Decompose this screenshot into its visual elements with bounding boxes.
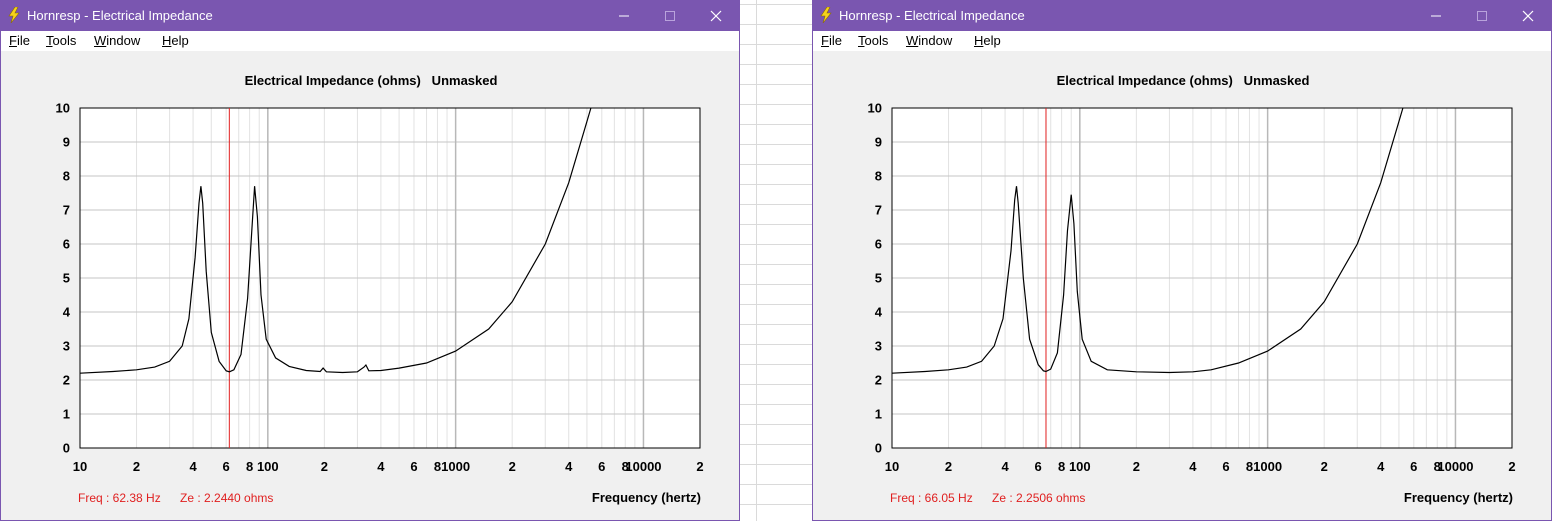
x-tick-labels: 10 2 4 6 8 100 2 4 6 8 1000 2 4 6 810000 2 xyxy=(73,459,704,474)
x-tick-label: 4 xyxy=(1189,459,1197,474)
lightning-bolt-icon xyxy=(820,7,832,23)
x-tick-label: 2 xyxy=(509,459,516,474)
y-tick-label: 3 xyxy=(875,339,882,354)
title-bar[interactable]: Hornresp - Electrical Impedance xyxy=(1,1,739,31)
x-tick-label: 8 xyxy=(246,459,253,474)
ze-readout: Ze : 2.2440 ohms xyxy=(180,491,273,505)
maximize-icon xyxy=(1477,11,1487,21)
close-button[interactable] xyxy=(693,1,739,31)
x-tick-label: 100 xyxy=(1069,459,1091,474)
chart-title: Electrical Impedance (ohms) Unmasked xyxy=(1057,73,1310,88)
y-tick-label: 7 xyxy=(875,203,882,218)
menu-tools[interactable]: Tools xyxy=(858,33,888,48)
y-tick-label: 5 xyxy=(875,271,882,286)
maximize-icon xyxy=(665,11,675,21)
x-tick-label: 2 xyxy=(1508,459,1515,474)
x-tick-label: 2 xyxy=(1133,459,1140,474)
freq-readout: Freq : 66.05 Hz xyxy=(890,491,973,505)
chart-title: Electrical Impedance (ohms) Unmasked xyxy=(245,73,498,88)
y-tick-label: 8 xyxy=(875,169,882,184)
x-tick-label: 10 xyxy=(73,459,87,474)
x-tick-label: 100 xyxy=(257,459,279,474)
x-tick-label: 6 xyxy=(223,459,230,474)
x-tick-label: 4 xyxy=(1001,459,1009,474)
x-tick-label: 6 xyxy=(1035,459,1042,474)
x-tick-label: 4 xyxy=(1377,459,1385,474)
x-tick-label: 4 xyxy=(565,459,573,474)
minimize-button[interactable] xyxy=(601,1,647,31)
impedance-window-2: Hornresp - Electrical Impedance File Too… xyxy=(812,0,1552,521)
impedance-chart[interactable]: Electrical Impedance (ohms) Unmasked 0 1 2… xyxy=(1,51,739,521)
x-tick-label: 8 xyxy=(1058,459,1065,474)
y-tick-label: 0 xyxy=(63,441,70,456)
menu-file[interactable]: File xyxy=(9,33,30,48)
x-tick-label: 2 xyxy=(696,459,703,474)
y-tick-label: 10 xyxy=(56,101,70,116)
menu-file[interactable]: File xyxy=(821,33,842,48)
close-icon xyxy=(710,10,722,22)
spreadsheet-grid-background xyxy=(740,0,812,521)
x-tick-label: 1000 xyxy=(1253,459,1282,474)
y-tick-label: 0 xyxy=(875,441,882,456)
impedance-chart[interactable]: Electrical Impedance (ohms) Unmasked 0 1 2… xyxy=(813,51,1551,521)
window-title: Hornresp - Electrical Impedance xyxy=(839,8,1025,23)
lightning-bolt-icon xyxy=(8,7,20,23)
x-tick-label: 8 xyxy=(434,459,441,474)
y-tick-label: 4 xyxy=(63,305,71,320)
close-button[interactable] xyxy=(1505,1,1551,31)
menu-window[interactable]: Window xyxy=(906,33,952,48)
ze-readout: Ze : 2.2506 ohms xyxy=(992,491,1085,505)
x-tick-label: 6 xyxy=(1222,459,1229,474)
x-tick-label: 6 xyxy=(1410,459,1417,474)
x-tick-label: 2 xyxy=(133,459,140,474)
x-tick-label: 8 xyxy=(1246,459,1253,474)
y-tick-label: 7 xyxy=(63,203,70,218)
menu-window[interactable]: Window xyxy=(94,33,140,48)
y-tick-label: 6 xyxy=(875,237,882,252)
y-tick-label: 5 xyxy=(63,271,70,286)
y-tick-label: 9 xyxy=(63,135,70,150)
x-tick-label: 10 xyxy=(885,459,899,474)
y-tick-labels: 0 1 2 3 4 5 6 7 8 9 10 xyxy=(868,101,883,456)
y-tick-label: 1 xyxy=(63,407,70,422)
y-tick-label: 9 xyxy=(875,135,882,150)
x-tick-labels: 10 2 4 6 8 100 2 4 6 8 1000 2 4 6 810000 2 xyxy=(885,459,1516,474)
x-tick-label: 2 xyxy=(321,459,328,474)
x-tick-label: 2 xyxy=(945,459,952,474)
x-tick-label: 1000 xyxy=(441,459,470,474)
menu-bar: File Tools Window Help xyxy=(813,31,1551,51)
close-icon xyxy=(1522,10,1534,22)
x-axis-label: Frequency (hertz) xyxy=(592,490,701,505)
freq-readout: Freq : 62.38 Hz xyxy=(78,491,161,505)
minimize-icon xyxy=(619,15,629,17)
window-title: Hornresp - Electrical Impedance xyxy=(27,8,213,23)
impedance-window-1: Hornresp - Electrical Impedance File Too… xyxy=(0,0,740,521)
y-tick-label: 4 xyxy=(875,305,883,320)
x-tick-label: 6 xyxy=(598,459,605,474)
menu-help[interactable]: Help xyxy=(162,33,189,48)
title-bar[interactable]: Hornresp - Electrical Impedance xyxy=(813,1,1551,31)
y-tick-label: 2 xyxy=(875,373,882,388)
x-tick-label: 2 xyxy=(1321,459,1328,474)
maximize-button[interactable] xyxy=(1459,1,1505,31)
menu-tools[interactable]: Tools xyxy=(46,33,76,48)
x-axis-label: Frequency (hertz) xyxy=(1404,490,1513,505)
y-tick-label: 10 xyxy=(868,101,882,116)
x-tick-label: 10000 xyxy=(1437,459,1473,474)
x-tick-label: 6 xyxy=(410,459,417,474)
x-tick-label: 4 xyxy=(189,459,197,474)
maximize-button[interactable] xyxy=(647,1,693,31)
y-tick-label: 1 xyxy=(875,407,882,422)
y-tick-label: 2 xyxy=(63,373,70,388)
y-tick-label: 3 xyxy=(63,339,70,354)
y-tick-labels: 0 1 2 3 4 5 6 7 8 9 10 xyxy=(56,101,71,456)
minimize-icon xyxy=(1431,15,1441,17)
x-tick-label: 10000 xyxy=(625,459,661,474)
y-tick-label: 8 xyxy=(63,169,70,184)
x-tick-label: 4 xyxy=(377,459,385,474)
y-tick-label: 6 xyxy=(63,237,70,252)
minimize-button[interactable] xyxy=(1413,1,1459,31)
menu-bar: File Tools Window Help xyxy=(1,31,739,51)
menu-help[interactable]: Help xyxy=(974,33,1001,48)
